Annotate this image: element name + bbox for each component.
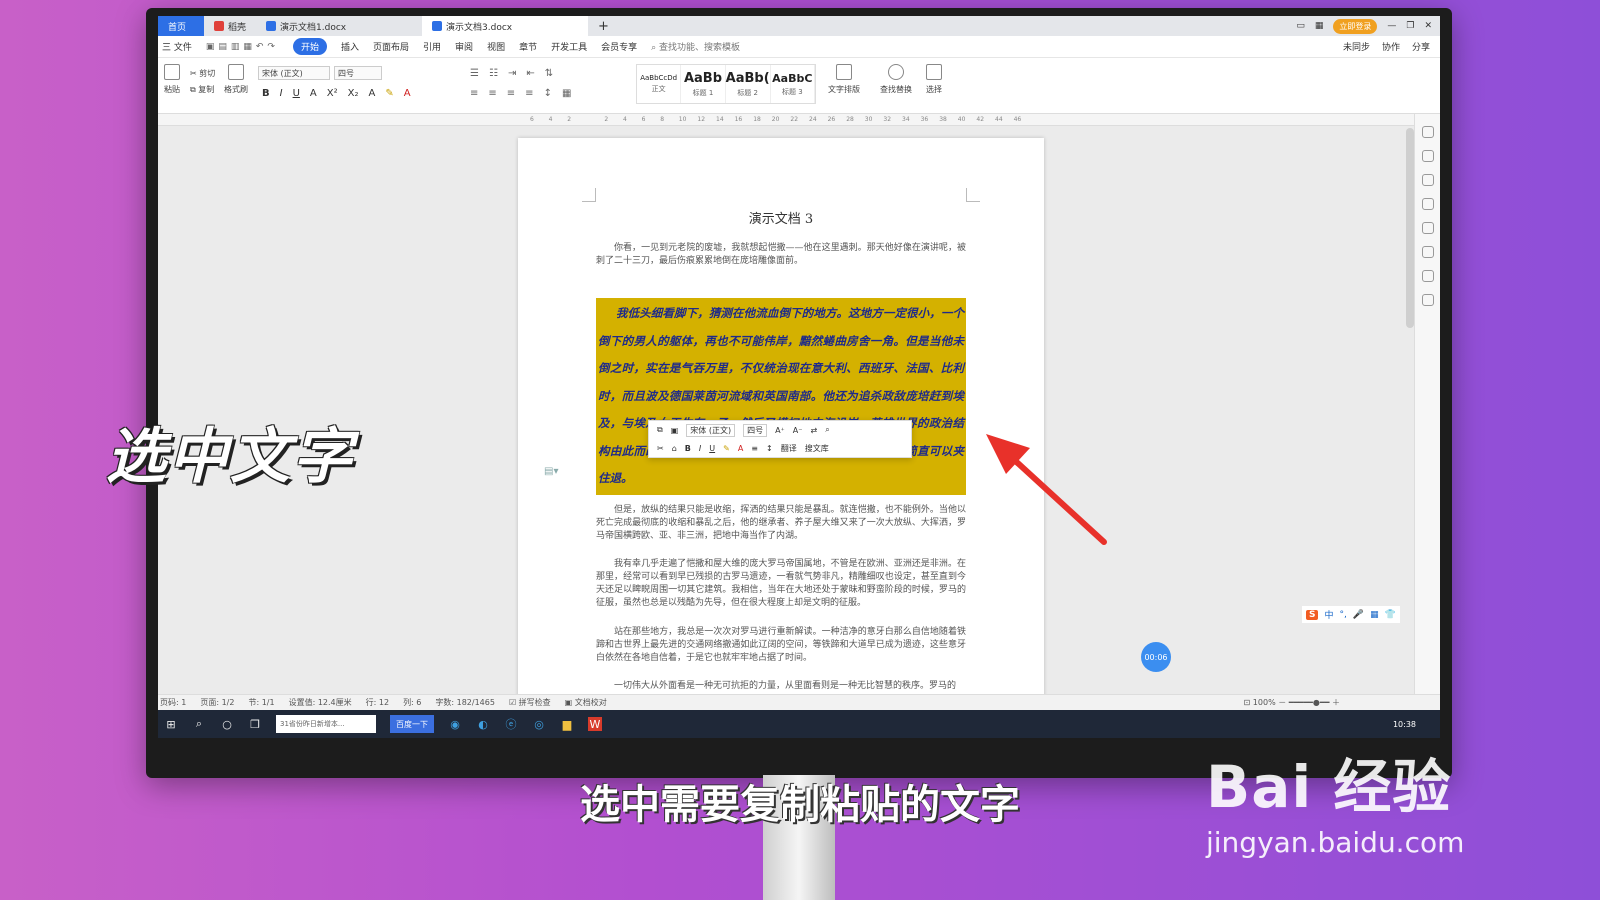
step-label-overlay: 选中文字 bbox=[106, 422, 354, 492]
baidu-jingyan-logo: Bai 经验 bbox=[1206, 753, 1452, 821]
watermark-url: jingyan.baidu.com bbox=[1206, 826, 1465, 859]
